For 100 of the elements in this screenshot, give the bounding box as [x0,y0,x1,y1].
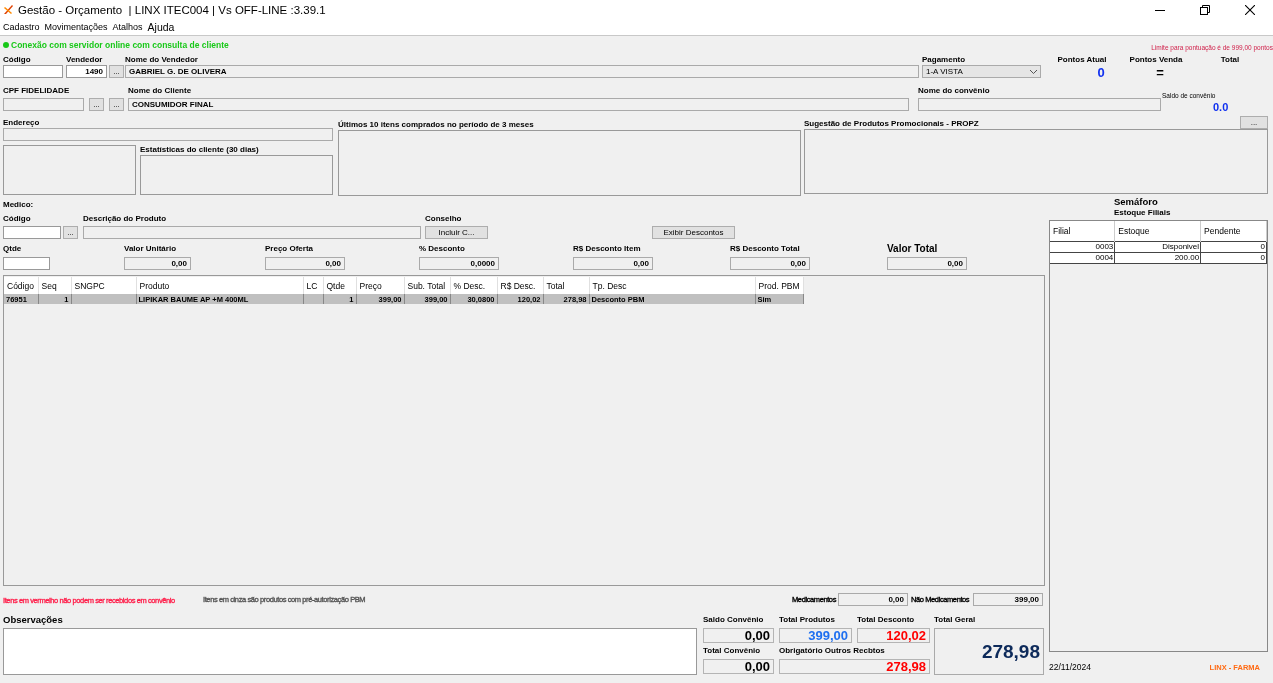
window-title: Gestão - Orçamento | LINX ITEC004 | Vs OFF-LINE :3.39.1 [18,3,326,16]
menu-item[interactable]: Ajuda [147,21,175,33]
total-field: 278,98 [779,659,930,674]
table-cell: 0 [1260,253,1265,262]
input-field[interactable]: 0,00 [573,257,653,270]
table-cell: Disponivel [1162,242,1200,251]
panel-subtitle: Estoque Filiais [1114,208,1171,218]
column-header[interactable]: Filial [1050,221,1115,241]
column-header[interactable]: Total [543,277,589,294]
app-logo-icon [3,4,14,15]
restore-icon[interactable] [1200,4,1210,15]
field-label: Descrição do Produto [83,214,167,224]
column-header[interactable]: Pendente [1200,221,1267,241]
column-header[interactable]: Tp. Desc [589,277,755,294]
field-label: Obrigatório Outros Recbtos [779,646,885,656]
ellipsis-button[interactable]: ... [63,226,78,239]
field-label: Pontos Atual [1057,55,1107,65]
column-header[interactable]: Código [4,277,38,294]
field-label: Nome do Cliente [128,86,192,96]
input-field[interactable]: GABRIEL G. DE OLIVERA [125,65,919,78]
input-field[interactable] [3,65,63,78]
input-field[interactable]: CONSUMIDOR FINAL [128,98,909,111]
input-field[interactable]: 1490 [66,65,107,78]
field-label: Total Produtos [779,615,835,625]
field-label: Preço Oferta [265,244,314,254]
input-field[interactable] [3,98,84,111]
field-label: Observações [3,615,63,627]
field-label: Total [1220,55,1240,65]
input-field[interactable] [83,226,421,239]
column-header[interactable]: Prod. PBM [755,277,804,294]
column-header[interactable]: R$ Desc. [497,277,543,294]
field-label: CPF FIDELIDADE [3,86,70,96]
table-cell: 200.00 [1174,253,1200,262]
total-field: 0,00 [703,659,774,674]
input-field[interactable]: 0,00 [730,257,810,270]
column-header[interactable]: Seq [38,277,71,294]
field-label: Total Geral [934,615,976,625]
points-value: = [1156,65,1164,81]
field-label: Valor Total [887,244,938,254]
date-text: 22/11/2024 [1049,662,1091,672]
column-header[interactable]: Produto [136,277,303,294]
column-header[interactable]: % Desc. [450,277,497,294]
table-cell: 0004 [1095,253,1114,262]
input-field[interactable]: 399,00 [973,593,1043,606]
field-label: Nome do Vendedor [125,55,198,65]
menu-item[interactable]: Movimentações [44,22,108,32]
ellipsis-button[interactable]: ... [109,65,124,78]
column-header[interactable]: Sub. Total [404,277,450,294]
ellipsis-button[interactable]: ... [89,98,104,111]
observations-textarea[interactable] [3,628,697,675]
menu-item[interactable]: Atalhos [112,22,143,32]
total-field: 399,00 [779,628,852,643]
include-button[interactable]: Incluir C... [425,226,488,239]
field-label: Endereço [3,118,40,128]
field-label: Total Convênio [703,646,761,656]
column-header[interactable]: SNGPC [71,277,136,294]
payment-dropdown[interactable]: 1-A VISTA [922,65,1041,78]
field-label: Valor Unitário [124,244,176,254]
input-field[interactable]: 0,00 [265,257,345,270]
input-field[interactable] [3,257,50,270]
total-field: 0,00 [703,628,774,643]
field-label: R$ Desconto Total [730,244,800,254]
column-header[interactable]: Qtde [323,277,356,294]
chevron-down-icon [1030,69,1037,74]
field-label: Saldo Convênio [703,615,764,625]
ellipsis-button[interactable]: ... [109,98,124,111]
grand-total-field: 278,98 [934,628,1044,675]
points-value: 0 [1097,65,1105,81]
input-field[interactable] [3,128,333,141]
input-field[interactable]: 0,00 [124,257,191,270]
field-label: Últimos 10 itens comprados no período de 3 meses [338,120,534,130]
field-label: Nome do convênio [918,86,990,96]
field-label: Pagamento [922,55,966,65]
show-discounts-button[interactable]: Exibir Descontos [652,226,735,239]
field-label: Medico: [3,200,34,210]
ellipsis-button[interactable]: ... [1240,116,1268,129]
balance-value: 0.0 [1213,100,1230,115]
field-label: Qtde [3,244,22,254]
field-label: Código [3,55,31,65]
field-label: Código [3,214,31,224]
column-header[interactable]: Preço [356,277,404,294]
field-label: Total Desconto [857,615,915,625]
input-field[interactable]: 0,00 [887,257,967,270]
input-field[interactable]: 0,00 [838,593,908,606]
input-field[interactable] [918,98,1161,111]
input-field[interactable]: 0,0000 [419,257,499,270]
table-cell: 0003 [1095,242,1114,251]
table-cell: 0 [1260,242,1265,251]
field-label: Pontos Venda [1129,55,1183,65]
column-header[interactable]: Estoque [1114,221,1201,241]
field-label: R$ Desconto Item [573,244,641,254]
field-label: Estatísticas do cliente (30 dias) [140,145,259,155]
panel-title: Semáforo [1114,196,1158,207]
close-icon[interactable] [1245,4,1255,15]
field-label: Conselho [425,214,462,224]
menu-item[interactable]: Cadastro [3,22,40,32]
field-label: % Desconto [419,244,465,254]
input-field[interactable] [3,226,61,239]
field-label: Sugestão de Produtos Promocionais - PROPZ [804,119,979,129]
connection-status: Conexão com servidor online com consulta de cliente [11,39,229,50]
